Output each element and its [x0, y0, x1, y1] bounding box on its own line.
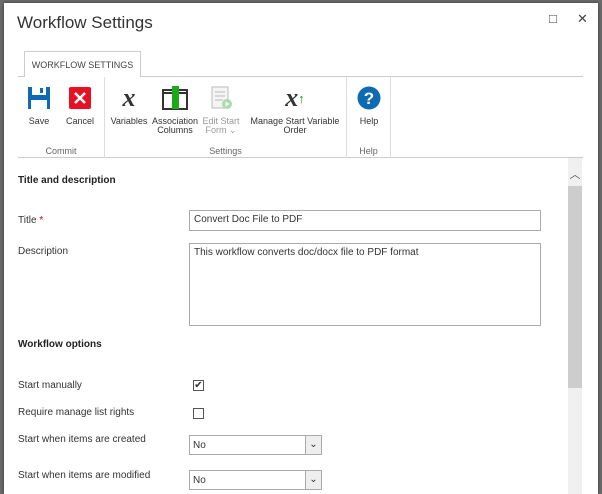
start-manually-label: Start manually [18, 380, 82, 391]
start-modified-label: Start when items are modified [18, 470, 151, 481]
cancel-label: Cancel [65, 116, 94, 126]
cancel-icon [67, 85, 93, 111]
chevron-down-icon: ⌄ [305, 471, 321, 489]
variables-label: Variables [110, 116, 148, 126]
group-settings: x Variables Association Columns Edit Sta… [105, 77, 347, 158]
form-icon [208, 85, 234, 111]
tab-workflow-settings[interactable]: WORKFLOW SETTINGS [24, 51, 141, 77]
help-label: Help [359, 116, 379, 126]
cancel-button[interactable]: Cancel [64, 85, 96, 126]
start-created-select[interactable]: No ⌄ [189, 435, 322, 455]
title-input[interactable]: Convert Doc File to PDF [189, 210, 541, 231]
start-created-value: No [193, 440, 206, 451]
maximize-icon[interactable]: □ [549, 11, 557, 26]
manage-start-variable-order-label: Manage Start Variable Order [250, 116, 340, 135]
group-settings-label: Settings [209, 146, 242, 156]
association-columns-label: Association Columns [151, 116, 199, 135]
settings-form: Title and description Title * Convert Do… [4, 158, 568, 494]
svg-text:?: ? [364, 89, 374, 108]
association-columns-button[interactable]: Association Columns [151, 85, 199, 135]
section-title-workflow-options: Workflow options [18, 339, 102, 350]
title-label-text: Title [18, 215, 37, 226]
group-commit-label: Commit [45, 146, 77, 156]
variable-order-icon: x ↑ [285, 83, 305, 112]
group-help: ? Help Help [347, 77, 391, 158]
title-label: Title * [18, 215, 43, 226]
workflow-settings-dialog: Workflow Settings □ ✕ WORKFLOW SETTINGS … [4, 3, 598, 494]
help-button[interactable]: ? Help [353, 85, 385, 126]
scrollbar[interactable]: ︿ [568, 158, 582, 494]
manage-start-variable-order-button[interactable]: x ↑ Manage Start Variable Order [247, 83, 343, 135]
scrollbar-thumb[interactable] [568, 186, 582, 388]
variables-button[interactable]: x Variables [109, 83, 149, 126]
variable-x-icon: x [122, 83, 136, 112]
required-mark: * [39, 215, 44, 226]
dialog-title: Workflow Settings [17, 13, 153, 32]
start-created-label: Start when items are created [18, 434, 146, 445]
section-title-description: Title and description [18, 175, 116, 186]
require-manage-checkbox[interactable] [193, 408, 204, 419]
chevron-down-icon: ⌄ [305, 436, 321, 454]
close-icon[interactable]: ✕ [577, 11, 588, 27]
description-textarea[interactable]: This workflow converts doc/docx file to … [189, 243, 541, 326]
save-button[interactable]: Save [26, 85, 52, 126]
group-commit: Save Cancel Commit [18, 77, 105, 158]
ribbon: Save Cancel Commit x Variables Associati… [18, 76, 583, 158]
help-icon: ? [356, 85, 382, 111]
start-modified-select[interactable]: No ⌄ [189, 470, 322, 490]
scroll-up-icon[interactable]: ︿ [568, 166, 582, 182]
save-label: Save [28, 116, 50, 126]
require-manage-label: Require manage list rights [18, 407, 135, 418]
edit-start-form-button[interactable]: Edit Start Form ⌄ [201, 85, 241, 135]
start-modified-value: No [193, 475, 206, 486]
columns-icon [162, 85, 188, 111]
save-icon [26, 85, 52, 111]
description-label: Description [18, 246, 69, 257]
start-manually-checkbox[interactable]: ✔ [193, 380, 204, 391]
group-help-label: Help [359, 146, 378, 156]
edit-start-form-label: Edit Start Form ⌄ [202, 116, 240, 135]
